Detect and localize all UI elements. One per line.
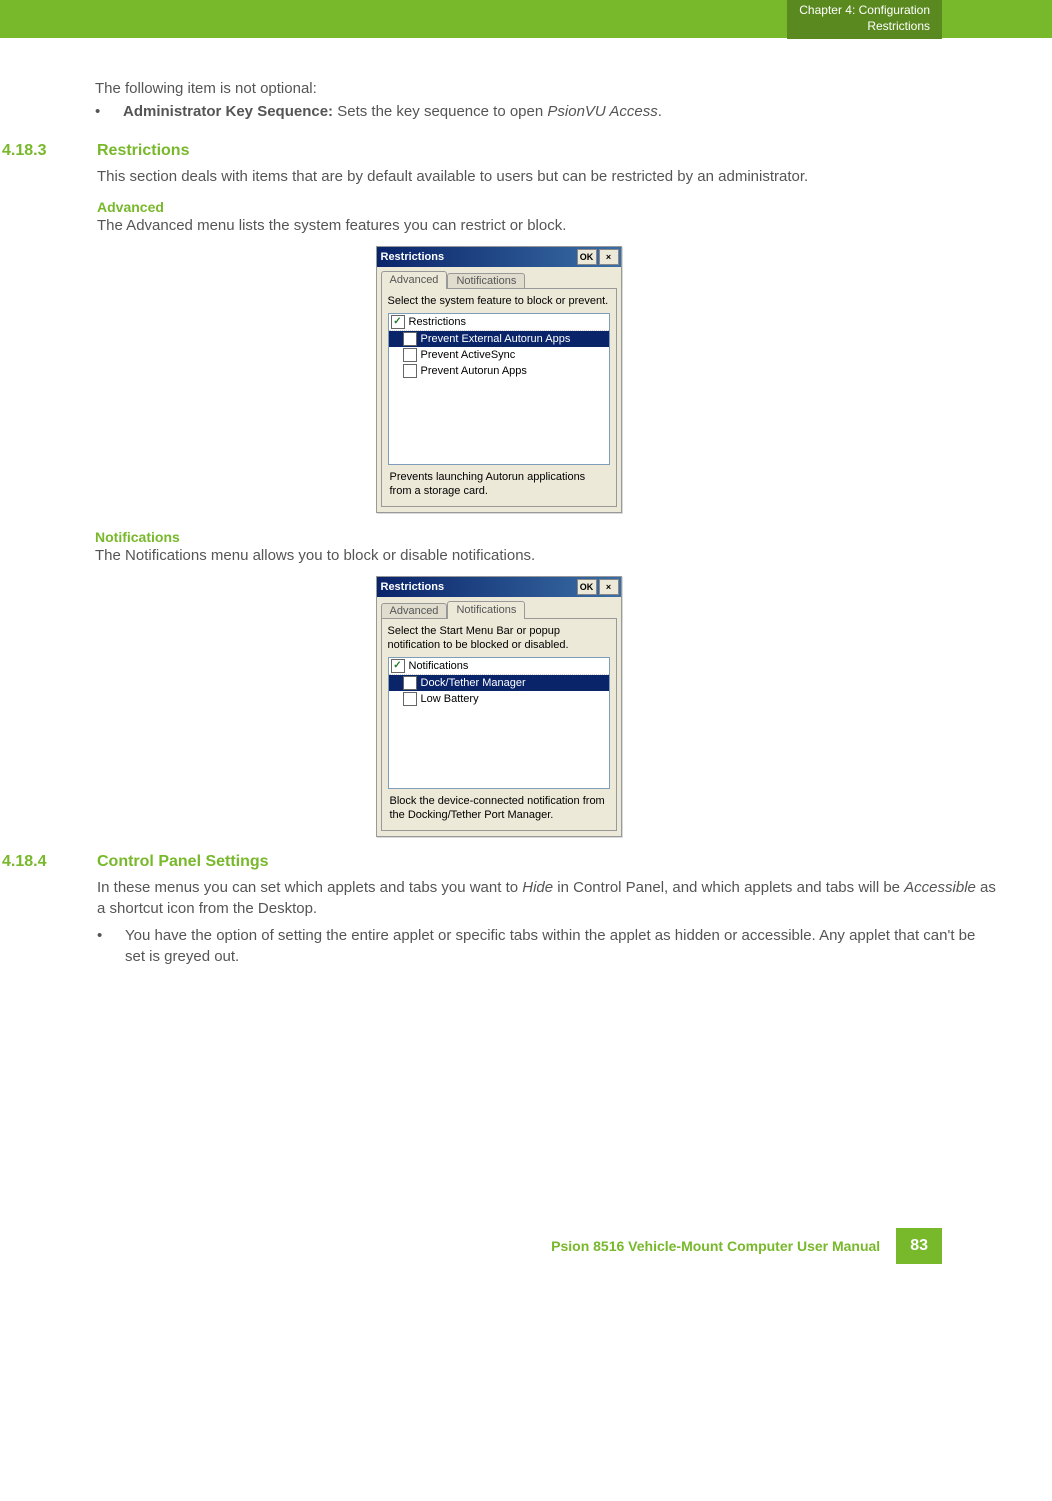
checkbox-icon[interactable]: ✓: [391, 315, 405, 329]
footer-page-number: 83: [896, 1228, 942, 1264]
dialog-help: Block the device-connected notification …: [388, 789, 610, 825]
notifications-listbox[interactable]: ✓ Notifications Dock/Tether Manager Low …: [388, 657, 610, 789]
intro-bullet: • Administrator Key Sequence: Sets the k…: [95, 101, 997, 122]
list-item[interactable]: Prevent Autorun Apps: [389, 363, 609, 379]
p1-hide: Hide: [522, 879, 553, 896]
list-item[interactable]: Prevent ActiveSync: [389, 347, 609, 363]
restrictions-advanced-dialog: Restrictions OK × Advanced Notifications…: [376, 246, 622, 513]
tab-body: Select the Start Menu Bar or popup notif…: [381, 618, 617, 831]
p1a: In these menus you can set which applets…: [97, 879, 522, 896]
list-header-label: Notifications: [409, 660, 469, 672]
dialog-title: Restrictions: [381, 581, 445, 593]
section-desc: This section deals with items that are b…: [97, 166, 997, 187]
dialog-titlebar: Restrictions OK ×: [377, 247, 621, 267]
chapter-label: Chapter 4: Configuration: [799, 3, 930, 19]
bullet-icon: •: [97, 925, 125, 967]
features-listbox[interactable]: ✓ Restrictions Prevent External Autorun …: [388, 313, 610, 465]
tab-body: Select the system feature to block or pr…: [381, 288, 617, 507]
checkbox-icon[interactable]: [403, 364, 417, 378]
dialog-help: Prevents launching Autorun applications …: [388, 465, 610, 501]
page-header: Chapter 4: Configuration Restrictions: [0, 0, 1052, 38]
tab-advanced[interactable]: Advanced: [381, 603, 448, 619]
page-footer: Psion 8516 Vehicle-Mount Computer User M…: [0, 1227, 1052, 1265]
dialog-titlebar: Restrictions OK ×: [377, 577, 621, 597]
section-bullet: • You have the option of setting the ent…: [97, 925, 997, 967]
bullet-text: You have the option of setting the entir…: [125, 925, 997, 967]
bullet-end: .: [658, 103, 662, 120]
notifications-desc: The Notifications menu allows you to blo…: [95, 545, 997, 566]
dialog-tabs: Advanced Notifications: [377, 597, 621, 619]
notifications-heading: Notifications: [95, 529, 997, 545]
footer-title: Psion 8516 Vehicle-Mount Computer User M…: [551, 1238, 880, 1254]
list-item-label: Dock/Tether Manager: [421, 677, 526, 689]
ok-button[interactable]: OK: [577, 579, 597, 595]
dialog-instruction: Select the system feature to block or pr…: [388, 295, 610, 309]
notifications-block: Notifications The Notifications menu all…: [95, 529, 997, 566]
list-item-label: Low Battery: [421, 693, 479, 705]
section-number: 4.18.4: [0, 853, 97, 967]
dialog-title: Restrictions: [381, 251, 445, 263]
section-4-18-4: 4.18.4 Control Panel Settings In these m…: [0, 853, 997, 967]
section-number: 4.18.3: [0, 142, 97, 236]
p1b: in Control Panel, and which applets and …: [553, 879, 904, 896]
bullet-icon: •: [95, 101, 123, 122]
list-item[interactable]: Low Battery: [389, 691, 609, 707]
section-4-18-3: 4.18.3 Restrictions This section deals w…: [0, 142, 997, 236]
checkbox-icon[interactable]: [403, 348, 417, 362]
p1-accessible: Accessible: [904, 879, 976, 896]
advanced-heading: Advanced: [97, 199, 997, 215]
header-box: Chapter 4: Configuration Restrictions: [787, 0, 942, 39]
list-item[interactable]: Dock/Tether Manager: [389, 675, 609, 691]
checkbox-icon[interactable]: [403, 676, 417, 690]
bullet-italic: PsionVU Access: [547, 103, 657, 120]
list-item-label: Prevent Autorun Apps: [421, 365, 527, 377]
advanced-desc: The Advanced menu lists the system featu…: [97, 215, 997, 236]
list-item[interactable]: Prevent External Autorun Apps: [389, 331, 609, 347]
section-title: Restrictions: [97, 142, 997, 160]
dialog-tabs: Advanced Notifications: [377, 267, 621, 289]
close-button[interactable]: ×: [599, 249, 619, 265]
restrictions-notifications-dialog: Restrictions OK × Advanced Notifications…: [376, 576, 622, 837]
list-header[interactable]: ✓ Notifications: [389, 658, 609, 675]
bullet-text: Administrator Key Sequence: Sets the key…: [123, 101, 662, 122]
list-header[interactable]: ✓ Restrictions: [389, 314, 609, 331]
ok-button[interactable]: OK: [577, 249, 597, 265]
close-button[interactable]: ×: [599, 579, 619, 595]
dialog-instruction: Select the Start Menu Bar or popup notif…: [388, 625, 610, 653]
list-header-label: Restrictions: [409, 316, 466, 328]
section-title: Control Panel Settings: [97, 853, 997, 871]
tab-advanced[interactable]: Advanced: [381, 271, 448, 289]
tab-notifications[interactable]: Notifications: [447, 273, 525, 289]
bullet-bold: Administrator Key Sequence:: [123, 103, 333, 120]
section-para: In these menus you can set which applets…: [97, 877, 997, 919]
list-item-label: Prevent External Autorun Apps: [421, 333, 571, 345]
checkbox-icon[interactable]: [403, 692, 417, 706]
section-label: Restrictions: [799, 19, 930, 35]
page-content: The following item is not optional: • Ad…: [0, 38, 1052, 967]
tab-notifications[interactable]: Notifications: [447, 601, 525, 619]
intro-line: The following item is not optional:: [95, 78, 997, 99]
checkbox-icon[interactable]: [403, 332, 417, 346]
checkbox-icon[interactable]: ✓: [391, 659, 405, 673]
list-item-label: Prevent ActiveSync: [421, 349, 516, 361]
bullet-rest: Sets the key sequence to open: [333, 103, 547, 120]
